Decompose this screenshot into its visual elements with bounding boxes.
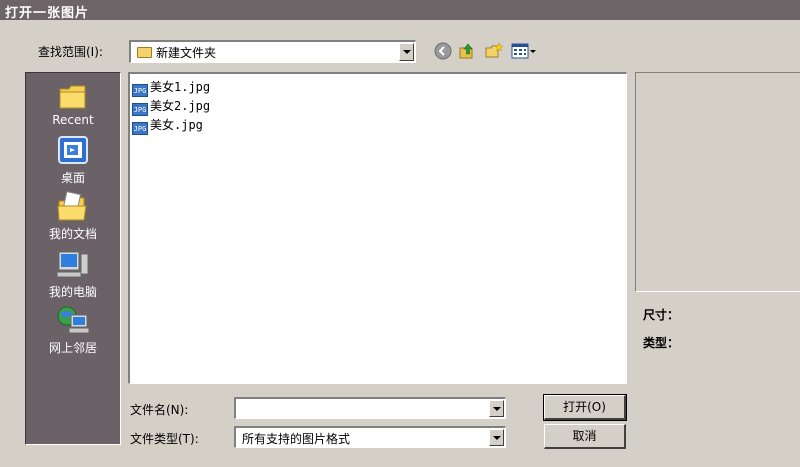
place-desktop[interactable]: 桌面 — [26, 135, 120, 186]
place-label: 网上邻居 — [48, 341, 97, 355]
file-item[interactable]: JPG 美女.jpg — [132, 116, 203, 135]
open-button[interactable]: 打开(O) — [543, 394, 627, 421]
jpg-file-icon: JPG — [132, 103, 148, 116]
recent-folder-icon — [59, 85, 86, 109]
type-label: 类型： — [643, 336, 680, 350]
place-recent[interactable]: Recent — [26, 81, 120, 127]
folder-icon — [137, 47, 152, 58]
jpg-file-icon: JPG — [132, 122, 148, 135]
place-label: Recent — [52, 113, 94, 127]
view-menu-icon[interactable] — [511, 42, 537, 60]
up-folder-icon[interactable] — [458, 42, 476, 60]
jpg-file-icon: JPG — [132, 84, 148, 97]
size-label: 尺寸： — [643, 308, 680, 322]
lookin-value: 新建文件夹 — [156, 46, 217, 60]
file-item[interactable]: JPG 美女2.jpg — [132, 97, 211, 116]
desktop-icon — [58, 136, 88, 164]
chevron-down-icon[interactable] — [489, 400, 504, 417]
file-name: 美女1.jpg — [150, 80, 211, 94]
window-title: 打开一张图片 — [0, 0, 800, 21]
filename-input[interactable] — [234, 397, 506, 419]
my-computer-icon — [56, 251, 89, 278]
places-bar: Recent 桌面 我的文档 我的电脑 网上邻居 — [25, 72, 121, 445]
filetype-dropdown[interactable]: 所有支持的图片格式 — [234, 426, 506, 448]
filename-label: 文件名(N): — [130, 403, 189, 417]
file-item[interactable]: JPG 美女1.jpg — [132, 78, 211, 97]
file-name: 美女2.jpg — [150, 99, 211, 113]
back-icon[interactable] — [434, 42, 452, 60]
place-my-documents[interactable]: 我的文档 — [26, 191, 120, 242]
place-network[interactable]: 网上邻居 — [26, 305, 120, 356]
filetype-label: 文件类型(T): — [130, 432, 199, 446]
filetype-value: 所有支持的图片格式 — [242, 432, 351, 446]
chevron-down-icon[interactable] — [399, 43, 414, 61]
new-folder-icon[interactable] — [484, 42, 504, 60]
file-list[interactable]: JPG 美女1.jpg JPG 美女2.jpg JPG 美女.jpg — [128, 72, 627, 384]
place-label: 我的电脑 — [48, 285, 97, 299]
chevron-down-icon[interactable] — [489, 429, 504, 446]
preview-pane — [635, 72, 800, 292]
cancel-button[interactable]: 取消 — [544, 424, 626, 449]
place-my-computer[interactable]: 我的电脑 — [26, 249, 120, 300]
place-label: 我的文档 — [48, 227, 97, 241]
place-label: 桌面 — [60, 171, 85, 185]
lookin-dropdown[interactable]: 新建文件夹 — [129, 40, 416, 63]
file-name: 美女.jpg — [150, 118, 203, 132]
network-places-icon — [57, 306, 90, 334]
lookin-label: 查找范围(I): — [38, 45, 103, 59]
my-documents-icon — [57, 191, 87, 221]
